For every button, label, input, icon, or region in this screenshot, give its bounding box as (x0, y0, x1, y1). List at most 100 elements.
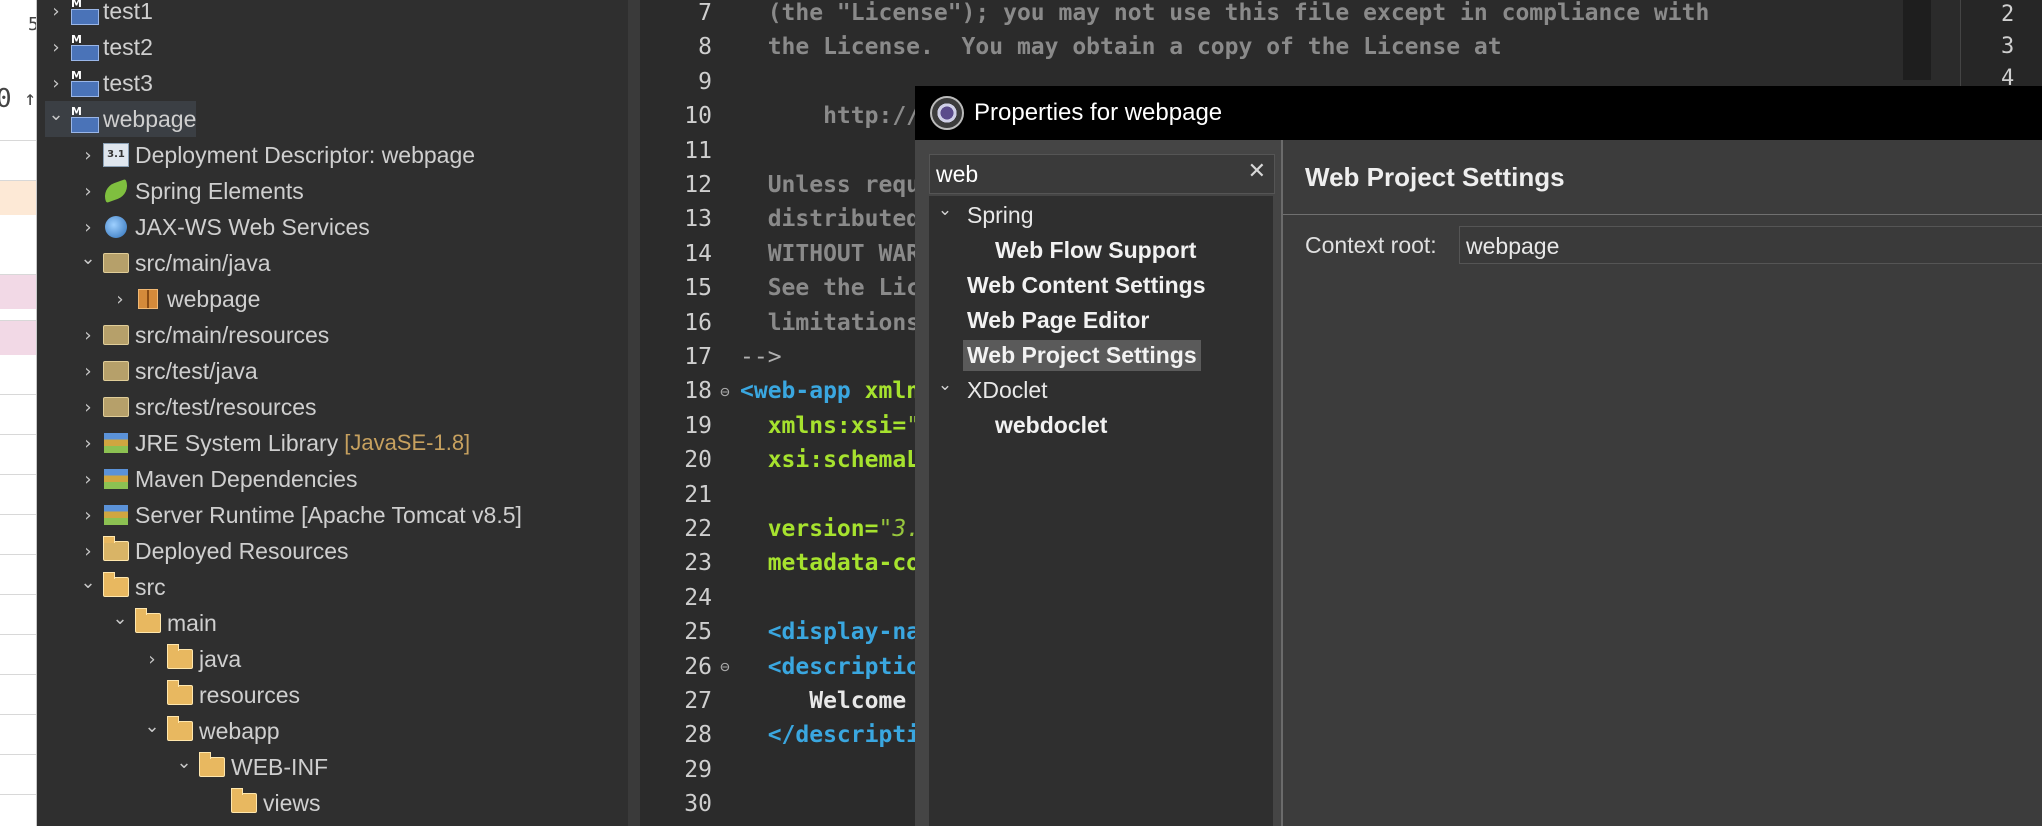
chevron-down-icon[interactable]: ⌄ (141, 716, 163, 737)
code-line: 29 (640, 753, 740, 787)
strip-row (0, 274, 36, 309)
code-line: 8 the License. You may obtain a copy of … (640, 30, 1502, 64)
tree-item[interactable]: resources (141, 677, 300, 713)
chevron-right-icon[interactable]: › (77, 541, 99, 562)
chevron-right-icon[interactable]: › (77, 469, 99, 490)
tree-item[interactable]: › JRE System Library [JavaSE-1.8] (77, 425, 470, 461)
filter-box[interactable]: ✕ (929, 154, 1275, 194)
properties-tree: ⌄ Spring Web Flow Support Web Content Setti… (929, 196, 1273, 826)
chevron-right-icon[interactable]: › (45, 73, 67, 94)
editor-scrollbar[interactable] (1903, 0, 1931, 80)
code-comment: the License. You may obtain a copy of th… (740, 34, 1502, 61)
line-number: 12 (684, 172, 712, 198)
tree-item[interactable]: views (205, 785, 321, 821)
folder-icon (135, 608, 161, 635)
nav-item-label: XDoclet (967, 376, 1048, 403)
chevron-right-icon[interactable]: › (77, 217, 99, 238)
chevron-right-icon[interactable]: › (77, 433, 99, 454)
line-number: 10 (684, 103, 712, 130)
chevron-right-icon[interactable]: › (77, 145, 99, 166)
chevron-right-icon[interactable]: › (77, 397, 99, 418)
nav-item[interactable]: Web Project Settings (933, 338, 1201, 372)
tree-item-label: Spring Elements (135, 177, 304, 204)
chevron-right-icon[interactable]: › (45, 1, 67, 22)
chevron-down-icon[interactable]: ⌄ (77, 248, 99, 269)
tree-item[interactable]: › Spring Elements (77, 173, 304, 209)
tree-item[interactable]: › 3.1 Deployment Descriptor: webpage (77, 137, 475, 173)
tree-item[interactable]: › src/test/resources (77, 389, 316, 425)
strip-glyph: 0 (0, 84, 12, 114)
chevron-down-icon[interactable]: ⌄ (109, 608, 131, 629)
line-number: 3 (2001, 34, 2015, 59)
tree-item[interactable]: › Mtest1 (45, 0, 153, 29)
tree-item-label: src/main/java (135, 249, 271, 276)
clear-filter-icon[interactable]: ✕ (1248, 159, 1266, 184)
tree-item[interactable]: ⌄ src/main/java (77, 245, 270, 281)
tree-item[interactable]: › Deployed Resources (77, 533, 349, 569)
nav-item[interactable]: ⌄ XDoclet (933, 373, 1052, 407)
line-number: 30 (684, 791, 712, 818)
chevron-right-icon[interactable]: › (141, 649, 163, 670)
code-comment: --> (740, 344, 782, 370)
code-line: 30 (640, 787, 740, 821)
tree-item[interactable]: › src/test/java (77, 353, 257, 389)
chevron-right-icon[interactable]: › (77, 325, 99, 346)
line-number: 8 (698, 34, 712, 61)
context-root-input[interactable] (1464, 229, 2028, 263)
source-folder-icon (103, 359, 129, 383)
chevron-right-icon[interactable]: › (109, 289, 131, 310)
tree-item[interactable]: ⌄ main (109, 605, 217, 641)
nav-item[interactable]: Web Flow Support (961, 233, 1200, 267)
chevron-down-icon[interactable]: ⌄ (77, 572, 99, 593)
tree-item-label: JRE System Library (135, 429, 339, 456)
tree-item[interactable]: ⌄ src (77, 569, 165, 605)
spring-leaf-icon (101, 179, 131, 203)
tree-item[interactable]: › java (141, 641, 241, 677)
code-attribute: version= (740, 516, 879, 542)
fold-toggle-icon[interactable]: ⊖ (716, 657, 734, 676)
line-number: 29 (684, 756, 712, 783)
library-icon (103, 431, 129, 455)
nav-item-label: Web Flow Support (995, 236, 1197, 263)
tree-item-label: main (167, 609, 217, 636)
chevron-right-icon[interactable]: › (77, 505, 99, 526)
strip-row (0, 754, 36, 795)
nav-item[interactable]: Web Content Settings (933, 268, 1210, 302)
chevron-down-icon[interactable]: ⌄ (173, 752, 195, 773)
tree-item[interactable]: › Mtest3 (45, 65, 153, 101)
folder-icon (199, 752, 225, 779)
tree-item[interactable]: › Server Runtime [Apache Tomcat v8.5] (77, 497, 522, 533)
nav-item[interactable]: Web Page Editor (933, 303, 1153, 337)
tree-item[interactable]: ⌄ Mwebpage (45, 101, 197, 137)
tree-item[interactable]: › webpage (109, 281, 260, 317)
tree-item[interactable]: › Mtest2 (45, 29, 153, 65)
tree-item[interactable]: › Maven Dependencies (77, 461, 357, 497)
context-root-field[interactable] (1459, 226, 2042, 264)
chevron-right-icon[interactable]: › (77, 361, 99, 382)
strip-row (0, 474, 36, 515)
chevron-down-icon[interactable]: ⌄ (933, 375, 957, 395)
chevron-right-icon[interactable]: › (45, 37, 67, 58)
nav-item[interactable]: webdoclet (961, 408, 1111, 442)
filter-input[interactable] (934, 157, 1238, 191)
strip-glyph: ↑ (24, 86, 37, 110)
chevron-down-icon[interactable]: ⌄ (45, 104, 67, 125)
code-line: 10 http:// (640, 99, 920, 133)
tree-item[interactable]: ⌄ WEB-INF (173, 749, 328, 785)
fold-toggle-icon[interactable]: ⊖ (716, 382, 734, 401)
dialog-title: Properties for webpage (974, 99, 1223, 126)
dialog-titlebar[interactable]: Properties for webpage (915, 86, 2042, 140)
chevron-right-icon[interactable]: › (77, 181, 99, 202)
tree-item[interactable]: › src/main/resources (77, 317, 329, 353)
nav-item-label: Web Project Settings (963, 339, 1201, 371)
tree-item[interactable]: › JAX-WS Web Services (77, 209, 369, 245)
line-number: 24 (684, 584, 712, 611)
nav-item[interactable]: ⌄ Spring (933, 198, 1037, 232)
code-line: 21 (640, 478, 740, 512)
chevron-down-icon[interactable]: ⌄ (933, 200, 957, 220)
line-number: 27 (684, 688, 712, 714)
strip-row (0, 514, 36, 555)
tree-item[interactable]: ⌄ webapp (141, 713, 279, 749)
strip-row (0, 594, 36, 635)
line-number: 23 (684, 550, 712, 577)
